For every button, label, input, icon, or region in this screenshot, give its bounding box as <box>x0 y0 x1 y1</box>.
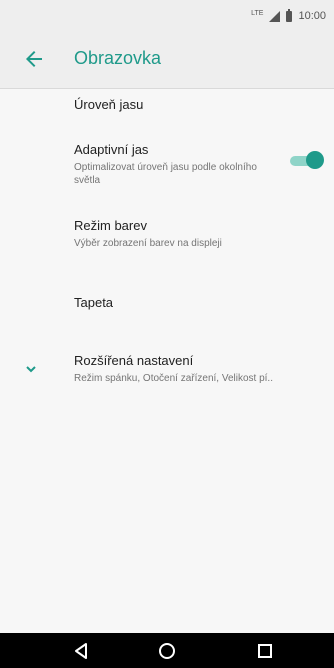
setting-subtitle: Režim spánku, Otočení zařízení, Velikost… <box>74 373 273 384</box>
network-type: LTE <box>251 9 264 17</box>
app-bar: Obrazovka <box>0 32 334 88</box>
battery-icon <box>286 8 293 22</box>
setting-title: Tapeta <box>74 295 114 310</box>
setting-adaptive-brightness[interactable]: Adaptivní jas Optimalizovat úroveň jasu … <box>74 142 319 187</box>
settings-list: Úroveň jasu Adaptivní jas Optimalizovat … <box>0 89 334 633</box>
setting-title: Rozšířená nastavení <box>74 353 194 368</box>
back-arrow-icon[interactable] <box>22 47 46 71</box>
signal-icon <box>269 10 281 22</box>
page-title: Obrazovka <box>74 48 162 68</box>
setting-title: Adaptivní jas <box>74 142 149 157</box>
setting-advanced[interactable]: Rozšířená nastavení Režim spánku, Otočen… <box>74 353 319 385</box>
toggle-thumb <box>306 151 324 169</box>
setting-subtitle: Výběr zobrazení barev na displeji <box>74 238 222 249</box>
status-bar-icons: LTE 10:00 <box>251 8 326 24</box>
status-bar: LTE 10:00 <box>0 0 334 32</box>
setting-color-mode[interactable]: Režim barev Výběr zobrazení barev na dis… <box>74 218 319 250</box>
adaptive-brightness-toggle[interactable] <box>290 151 324 169</box>
nav-home-icon[interactable] <box>157 641 177 661</box>
navigation-bar <box>0 633 334 668</box>
setting-title: Úroveň jasu <box>74 97 144 112</box>
setting-subtitle: Optimalizovat úroveň jasu podle okolního… <box>74 162 257 186</box>
status-time: 10:00 <box>298 10 326 22</box>
setting-brightness-level[interactable]: Úroveň jasu <box>74 97 319 112</box>
setting-wallpaper[interactable]: Tapeta <box>74 295 319 310</box>
setting-title: Režim barev <box>74 218 147 233</box>
nav-back-icon[interactable] <box>71 641 91 661</box>
chevron-down-icon[interactable] <box>24 362 38 376</box>
nav-recent-icon[interactable] <box>255 641 275 661</box>
